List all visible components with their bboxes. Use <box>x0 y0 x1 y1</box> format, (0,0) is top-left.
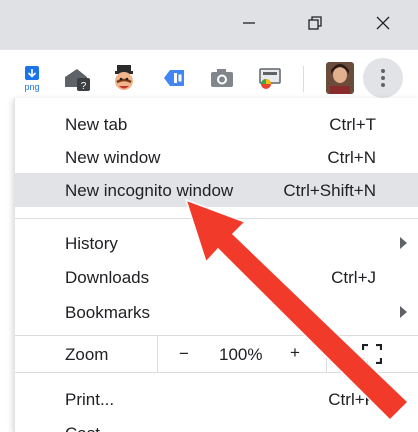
browser-menu-button[interactable] <box>363 58 403 98</box>
menu-item-new-incognito-window[interactable]: New incognito window Ctrl+Shift+N <box>15 173 418 207</box>
zoom-divider <box>326 336 327 372</box>
menu-item-label: New window <box>65 148 161 167</box>
svg-text:?: ? <box>81 81 87 92</box>
menu-item-new-window[interactable]: New window Ctrl+N <box>15 140 418 174</box>
more-vertical-icon <box>381 69 385 87</box>
mail-help-extension-icon[interactable]: ? <box>62 64 90 92</box>
toolbar-divider <box>303 66 304 92</box>
minimize-icon <box>243 22 255 24</box>
png-download-extension-icon[interactable]: png <box>18 64 46 92</box>
menu-item-label: New tab <box>65 115 128 134</box>
restore-icon <box>308 16 322 30</box>
menu-item-shortcut: Ctrl+Shift+N <box>283 181 376 200</box>
menu-item-shortcut: Ctrl+N <box>327 148 376 167</box>
menu-item-label: Zoom <box>65 345 109 364</box>
menu-item-label: Bookmarks <box>65 303 151 322</box>
menu-item-label: New incognito window <box>65 181 234 200</box>
menu-item-label: Cast... <box>65 424 114 432</box>
tag-extension-icon[interactable] <box>160 64 188 92</box>
browser-menu: New tab Ctrl+T New window Ctrl+N New inc… <box>14 98 418 432</box>
mascot-extension-icon[interactable] <box>110 64 138 92</box>
menu-separator <box>15 372 418 373</box>
zoom-divider <box>157 336 158 372</box>
close-icon <box>376 16 390 30</box>
menu-item-label: History <box>65 234 118 253</box>
menu-item-bookmarks[interactable]: Bookmarks <box>15 295 418 329</box>
camera-extension-icon[interactable] <box>208 64 236 92</box>
menu-item-label: Downloads <box>65 268 150 287</box>
restore-button[interactable] <box>284 0 346 46</box>
profile-avatar[interactable] <box>326 62 354 94</box>
menu-item-new-tab[interactable]: New tab Ctrl+T <box>15 107 418 141</box>
menu-item-downloads[interactable]: Downloads Ctrl+J <box>15 260 418 294</box>
menu-item-label: Print... <box>65 390 115 409</box>
submenu-arrow-icon <box>400 237 407 249</box>
menu-item-zoom: Zoom − 100% + <box>15 336 418 372</box>
menu-item-shortcut: Ctrl+T <box>329 115 376 134</box>
zoom-in-button[interactable]: + <box>290 343 300 363</box>
menu-item-shortcut: Ctrl+P <box>328 390 376 409</box>
menu-item-shortcut: Ctrl+J <box>331 268 376 287</box>
screen-cast-extension-icon[interactable] <box>256 64 284 92</box>
title-bar <box>0 0 418 50</box>
submenu-arrow-icon <box>400 306 407 318</box>
zoom-out-button[interactable]: − <box>179 344 189 364</box>
minimize-button[interactable] <box>218 0 280 46</box>
fullscreen-icon[interactable] <box>362 344 382 364</box>
menu-item-history[interactable]: History <box>15 226 418 260</box>
close-window-button[interactable] <box>352 0 414 46</box>
svg-text:png: png <box>24 82 39 92</box>
zoom-level: 100% <box>219 345 263 364</box>
menu-separator <box>15 218 418 219</box>
menu-item-print[interactable]: Print... Ctrl+P <box>15 382 418 416</box>
menu-item-cast[interactable]: Cast... <box>15 416 418 432</box>
